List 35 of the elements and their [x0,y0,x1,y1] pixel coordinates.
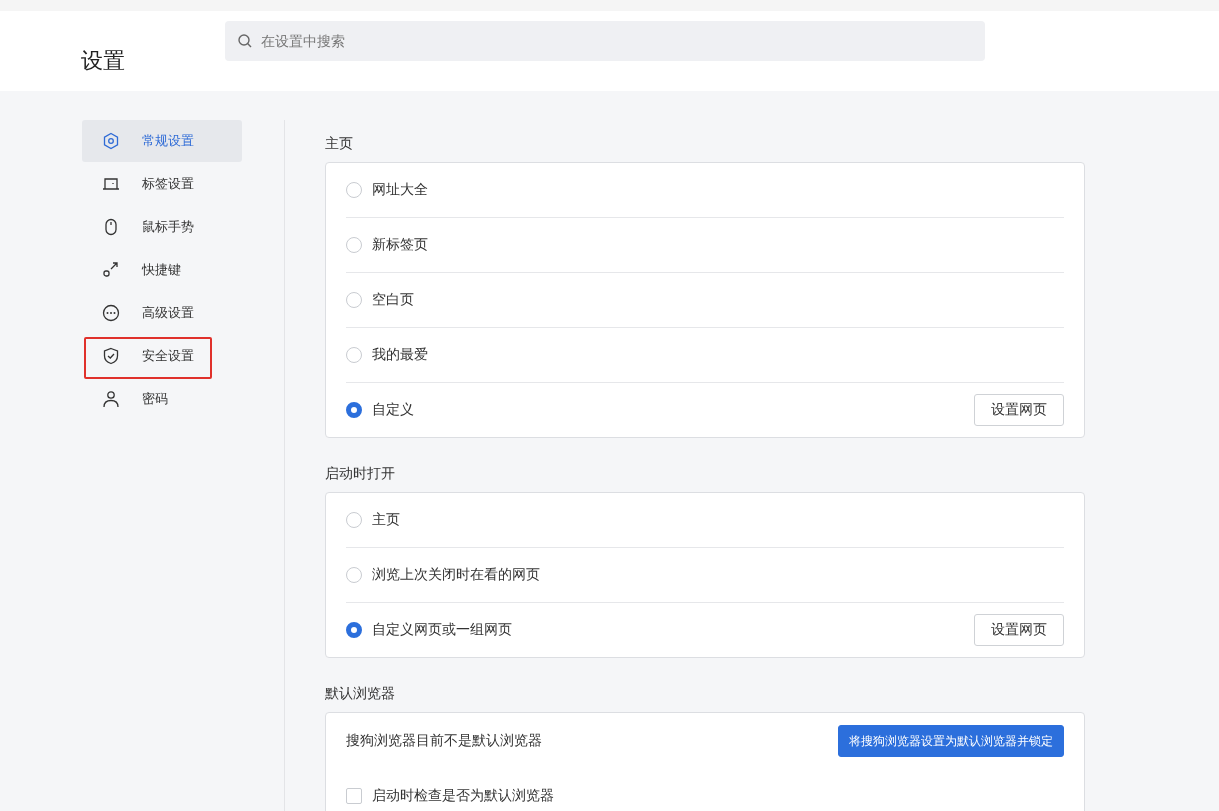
mouse-icon [102,218,120,236]
sidebar-item[interactable]: 标签设置 [82,163,242,205]
set-pages-button[interactable]: 设置网页 [974,614,1064,646]
sidebar-item[interactable]: 常规设置 [82,120,242,162]
radio-button[interactable] [346,622,362,638]
tab-icon [102,175,120,193]
option-label: 新标签页 [372,236,428,254]
option-label: 网址大全 [372,181,428,199]
page-title: 设置 [80,47,126,75]
section-title: 主页 [325,134,354,153]
option-label: 浏览上次关闭时在看的网页 [372,566,540,584]
shield-icon [102,347,120,365]
section-title: 默认浏览器 [325,684,396,703]
checkbox[interactable] [346,788,362,804]
section-title: 启动时打开 [325,464,396,483]
sidebar-item[interactable]: 快捷键 [82,249,242,291]
option-label: 主页 [372,511,400,529]
option-label: 自定义 [372,401,414,419]
shortcut-icon [102,261,120,279]
sidebar-item[interactable]: 安全设置 [82,335,242,377]
sidebar-item[interactable]: 高级设置 [82,292,242,334]
option-label: 启动时检查是否为默认浏览器 [372,787,554,805]
option-label: 空白页 [372,291,414,309]
sidebar-item[interactable]: 鼠标手势 [82,206,242,248]
set-pages-button[interactable]: 设置网页 [974,394,1064,426]
person-icon [102,390,120,408]
radio-button[interactable] [346,402,362,418]
set-default-button[interactable]: 将搜狗浏览器设置为默认浏览器并锁定 [838,725,1064,757]
option-label: 自定义网页或一组网页 [372,621,512,639]
sidebar-item[interactable]: 密码 [82,378,242,420]
option-label: 我的最爱 [372,346,428,364]
search-field[interactable]: 在设置中搜索 [225,21,985,61]
hexagon-icon [102,132,120,150]
more-icon [102,304,120,322]
status-text: 搜狗浏览器目前不是默认浏览器 [346,732,542,750]
